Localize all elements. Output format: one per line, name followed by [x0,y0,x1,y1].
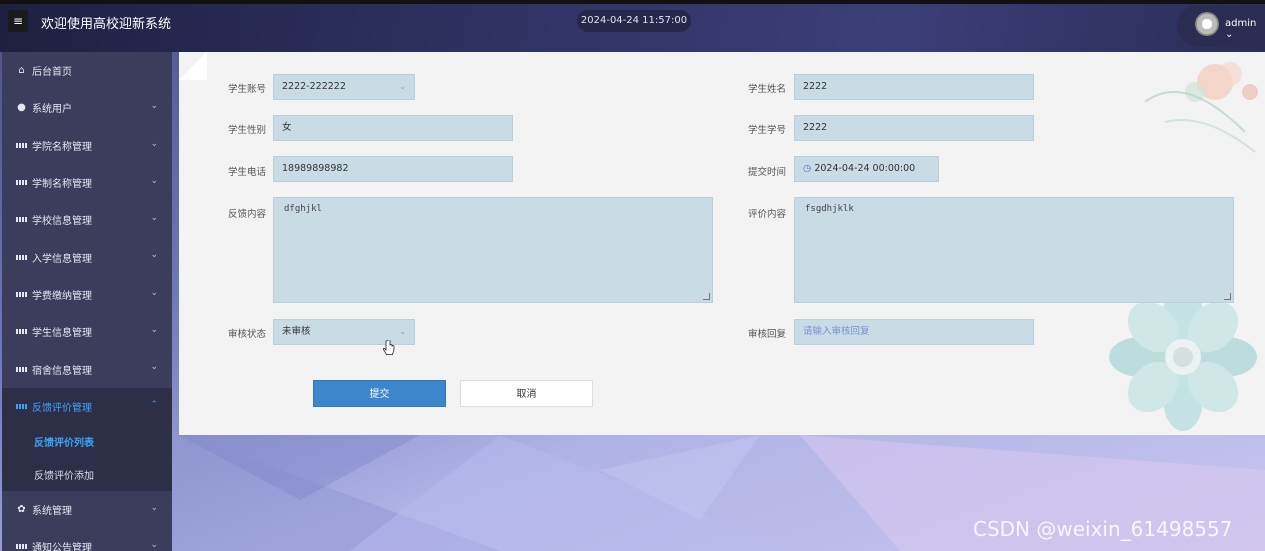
grid-icon [16,140,27,151]
sidebar-item-system-management[interactable]: ✿ 系统管理 ⌄ [2,491,172,528]
grid-icon [16,214,27,225]
feedback-content-textarea[interactable]: dfghjkl [273,197,713,303]
sidebar-item-college[interactable]: 学院名称管理 ⌄ [2,127,172,164]
flower-decoration-bottom [1109,283,1257,431]
student-account-select[interactable]: 2222-222222 ⌄ [273,74,415,100]
watermark: CSDN @weixin_61498557 [973,517,1233,541]
student-account-label: 学生账号 [228,84,267,95]
student-number-field[interactable]: 2222 [794,115,1034,141]
sidebar-item-school-info[interactable]: 学校信息管理 ⌄ [2,201,172,238]
evaluation-content-textarea[interactable]: fsgdhjklk [794,197,1234,303]
submit-button[interactable]: 提交 [313,380,446,407]
review-reply-label: 审核回复 [748,329,787,340]
chevron-down-icon: ⌄ [150,540,158,551]
sidebar-item-notices[interactable]: 通知公告管理 ⌄ [2,528,172,551]
chevron-down-icon: ⌄ [150,287,158,298]
student-name-label: 学生姓名 [748,84,787,95]
sidebar-subitem-feedback-add[interactable]: 反馈评价添加 [2,458,172,491]
chevron-up-icon: ⌃ [150,399,158,410]
evaluation-content-label: 评价内容 [748,209,787,220]
grid-icon [16,252,27,263]
sidebar-item-schooling[interactable]: 学制名称管理 ⌄ [2,164,172,201]
chevron-down-icon: ⌄ [1225,29,1234,40]
sidebar-item-system-users[interactable]: ● 系统用户 ⌄ [2,89,172,126]
corner-fold [179,52,207,80]
sidebar-submenu: 反馈评价列表 反馈评价添加 [2,424,172,491]
app-title: 欢迎使用高校迎新系统 [41,17,172,32]
student-gender-label: 学生性别 [228,125,267,136]
resize-handle-icon[interactable] [1224,293,1231,300]
sidebar-item-dormitory[interactable]: 宿舍信息管理 ⌄ [2,350,172,387]
sidebar-subitem-feedback-list[interactable]: 反馈评价列表 [2,425,172,458]
review-status-label: 审核状态 [228,329,267,340]
student-number-label: 学生学号 [748,125,787,136]
student-phone-label: 学生电话 [228,167,267,178]
clock-icon: ◷ [803,163,812,174]
flower-decoration-top [1144,62,1258,153]
chevron-down-icon: ⌄ [150,101,158,112]
sidebar-item-enrollment[interactable]: 入学信息管理 ⌄ [2,238,172,275]
chevron-down-icon: ⌄ [150,325,158,336]
grid-icon [16,177,27,188]
student-name-field[interactable]: 2222 [794,74,1034,100]
chevron-down-icon: ⌄ [150,213,158,224]
grid-icon [16,289,27,300]
chevron-down-icon: ⌄ [150,175,158,186]
sidebar-item-home[interactable]: ⌂ 后台首页 [2,52,172,89]
avatar[interactable] [1195,12,1219,36]
chevron-down-icon: ⌄ [399,327,406,336]
hand-cursor-icon [383,340,395,355]
sidebar-item-feedback[interactable]: 反馈评价管理 ⌃ [2,387,172,425]
student-phone-field[interactable]: 18989898982 [273,156,513,182]
datetime-display: 2024-04-24 11:57:00 [577,10,691,32]
student-gender-field[interactable]: 女 [273,115,513,141]
sidebar-item-student-info[interactable]: 学生信息管理 ⌄ [2,313,172,350]
chevron-down-icon: ⌄ [399,82,406,91]
grid-icon [16,401,27,412]
chevron-down-icon: ⌄ [150,362,158,373]
submit-time-label: 提交时间 [748,167,787,178]
chevron-down-icon: ⌄ [150,138,158,149]
grid-icon [16,541,27,551]
user-icon: ● [17,102,26,114]
review-reply-input[interactable]: 请输入审核回复 [794,319,1034,345]
submit-time-picker[interactable]: ◷ 2024-04-24 00:00:00 [794,156,939,182]
cancel-button[interactable]: 取消 [460,380,593,407]
sidebar-item-tuition[interactable]: 学费缴纳管理 ⌄ [2,276,172,313]
chevron-down-icon: ⌄ [150,250,158,261]
resize-handle-icon[interactable] [703,293,710,300]
sidebar: ⌂ 后台首页 ● 系统用户 ⌄ 学院名称管理 ⌄ 学制名称管理 ⌄ 学校信息管理… [2,52,172,551]
chevron-down-icon: ⌄ [150,502,158,513]
gear-icon: ✿ [17,504,26,516]
grid-icon [16,326,27,337]
username[interactable]: admin ⌄ [1225,18,1265,40]
hamburger-icon[interactable]: ≡ [8,10,28,32]
feedback-content-label: 反馈内容 [228,209,267,220]
grid-icon [16,364,27,375]
home-icon: ⌂ [18,65,25,77]
